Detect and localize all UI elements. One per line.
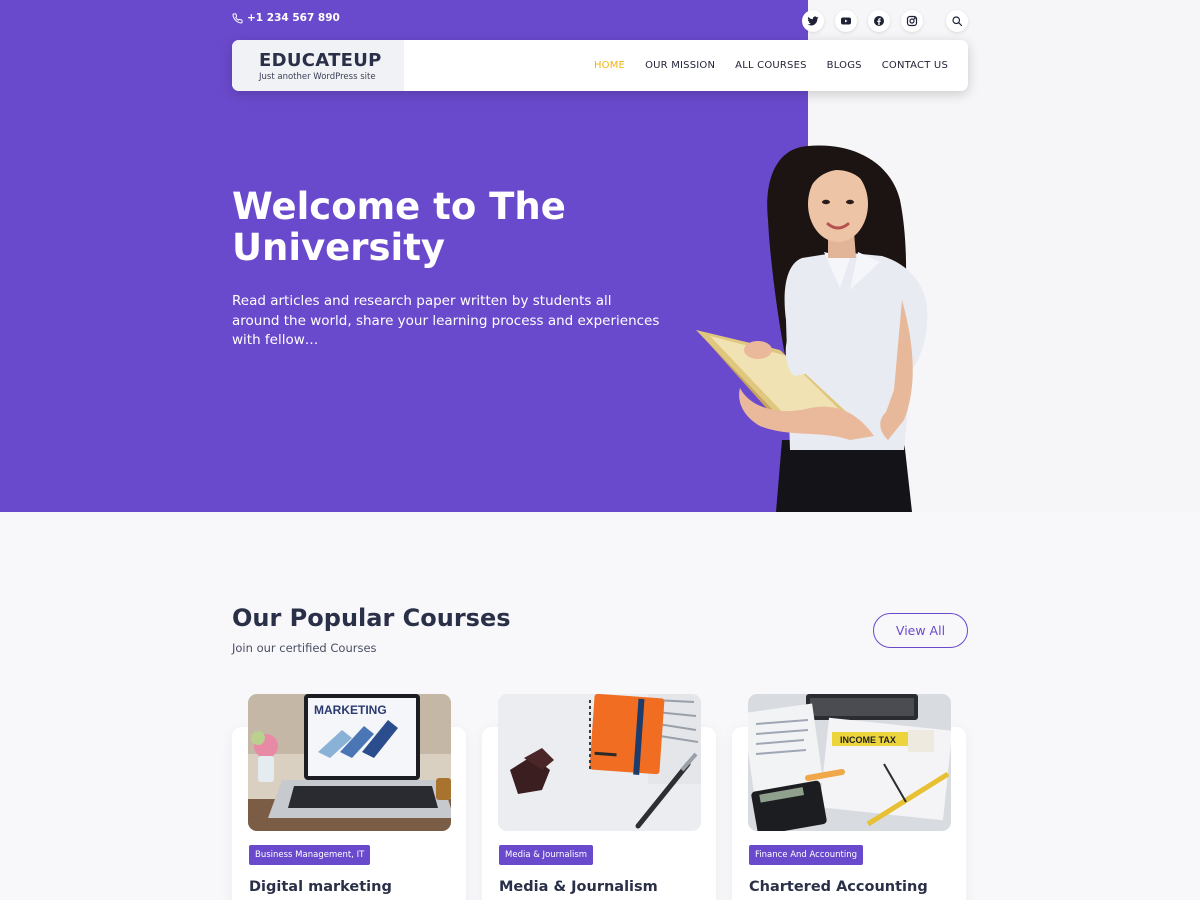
- site-tagline: Just another WordPress site: [259, 72, 376, 82]
- hero-title: Welcome to The University: [232, 185, 566, 269]
- course-title[interactable]: Media & Journalism: [499, 879, 658, 895]
- courses-heading: Our Popular Courses: [232, 604, 511, 632]
- search-icon: [952, 16, 963, 27]
- view-all-button[interactable]: View All: [873, 613, 968, 648]
- nav-item-all-courses[interactable]: ALL COURSES: [735, 60, 807, 71]
- hero-description: Read articles and research paper written…: [232, 293, 660, 348]
- course-title[interactable]: Digital marketing: [249, 879, 392, 895]
- phone-icon: [232, 12, 243, 24]
- social-links: [802, 10, 968, 32]
- course-image-digital-marketing[interactable]: MARKETING: [248, 694, 451, 831]
- main-navbar: EDUCATEUP Just another WordPress site HO…: [232, 40, 968, 91]
- laptop-marketing-image: MARKETING: [248, 694, 451, 831]
- nav-item-contact-us[interactable]: CONTACT US: [882, 60, 948, 71]
- phone-number: +1 234 567 890: [247, 12, 340, 24]
- course-category-badge[interactable]: Media & Journalism: [499, 845, 594, 865]
- facebook-link[interactable]: [868, 10, 890, 32]
- instagram-link[interactable]: [901, 10, 923, 32]
- courses-subheading: Join our certified Courses: [232, 641, 377, 655]
- tax-documents-image: INCOME TAX: [748, 694, 951, 831]
- nav-item-our-mission[interactable]: OUR MISSION: [645, 60, 715, 71]
- facebook-icon: [874, 16, 884, 26]
- phone-contact[interactable]: +1 234 567 890: [232, 12, 340, 24]
- twitter-link[interactable]: [802, 10, 824, 32]
- youtube-icon: [841, 17, 851, 25]
- instagram-icon: [906, 15, 918, 27]
- notebook-chocolate-image: [498, 694, 701, 831]
- nav-item-home[interactable]: HOME: [594, 60, 625, 71]
- nav-item-blogs[interactable]: BLOGS: [827, 60, 862, 71]
- search-button[interactable]: [946, 10, 968, 32]
- student-image: [696, 145, 928, 512]
- site-brand[interactable]: EDUCATEUP Just another WordPress site: [232, 40, 404, 91]
- marketing-text: MARKETING: [314, 703, 387, 717]
- nav-menu: HOME OUR MISSION ALL COURSES BLOGS CONTA…: [594, 40, 948, 91]
- course-category-badge[interactable]: Finance And Accounting: [749, 845, 863, 865]
- top-bar: +1 234 567 890: [232, 10, 968, 32]
- twitter-icon: [807, 16, 819, 26]
- youtube-link[interactable]: [835, 10, 857, 32]
- course-category-badge[interactable]: Business Management, IT: [249, 845, 371, 865]
- site-title: EDUCATEUP: [259, 50, 382, 71]
- hero-section: +1 234 567 890 EDUCATEUP Just another Wo…: [0, 0, 1200, 512]
- course-image-chartered-accounting[interactable]: INCOME TAX: [748, 694, 951, 831]
- income-tax-text: INCOME TAX: [840, 735, 896, 745]
- course-image-media-journalism[interactable]: [498, 694, 701, 831]
- course-title[interactable]: Chartered Accounting: [749, 879, 928, 895]
